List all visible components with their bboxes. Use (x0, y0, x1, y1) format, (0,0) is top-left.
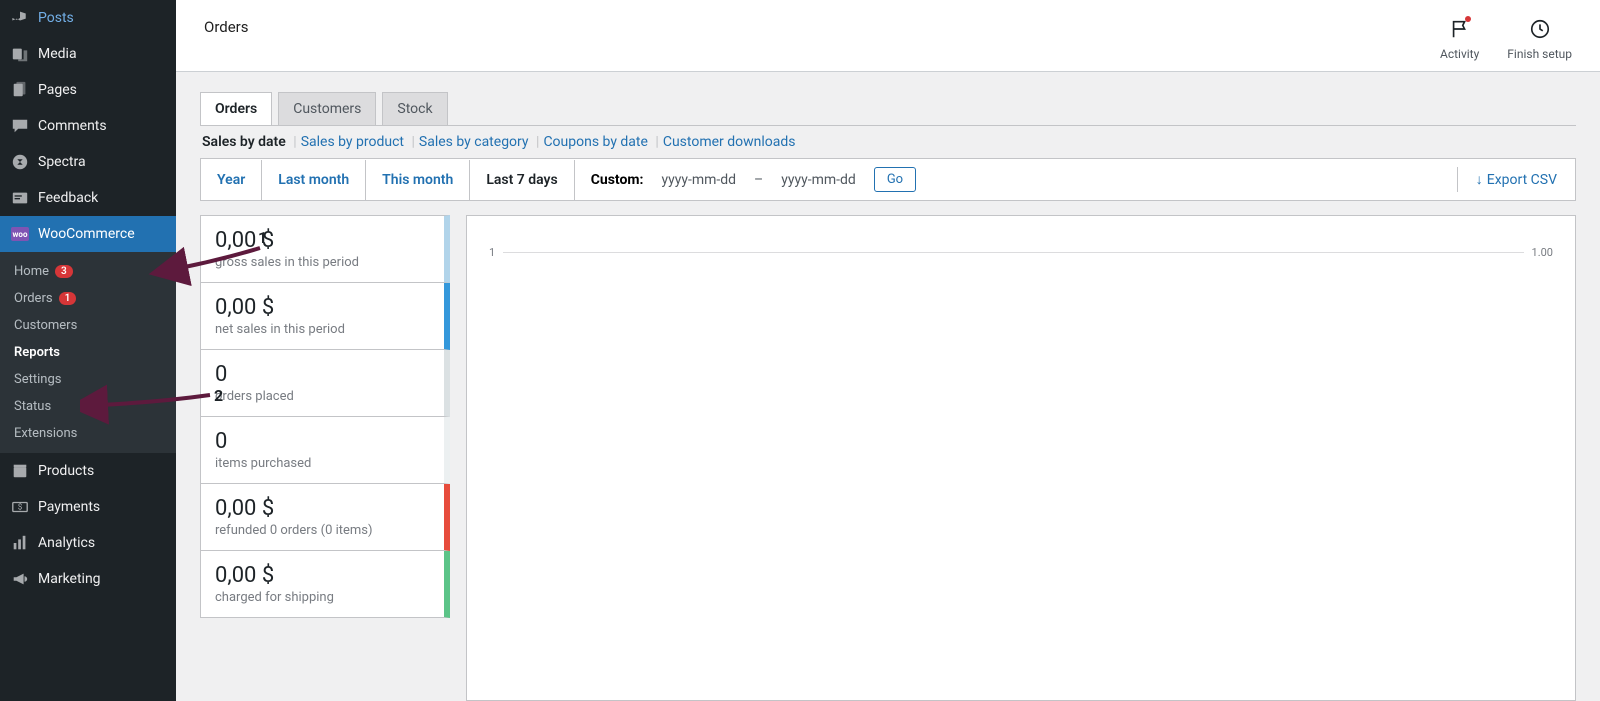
sidebar-item-label: WooCommerce (38, 226, 135, 242)
axis-line (503, 252, 1523, 253)
products-icon (10, 461, 30, 481)
stat-shipping[interactable]: 0,00 $ charged for shipping (200, 551, 450, 618)
chart-axis: 1 1.00 (489, 246, 1553, 259)
admin-sidebar: Posts Media Pages Comments Spectra Feedb… (0, 0, 176, 701)
comment-icon (10, 116, 30, 136)
analytics-icon (10, 533, 30, 553)
stat-net-sales[interactable]: 0,00 $ net sales in this period (200, 283, 450, 350)
report-body: 0,00 $ gross sales in this period 0,00 $… (200, 215, 1576, 701)
subnav-link-coupons[interactable]: Coupons by date (543, 134, 648, 150)
sidebar-item-label: Comments (38, 118, 107, 134)
badge: 1 (59, 292, 77, 305)
top-actions: Activity Finish setup (1440, 18, 1572, 61)
date-to-input[interactable]: yyyy-mm-dd (781, 172, 856, 188)
subnav-link-product[interactable]: Sales by product (301, 134, 404, 150)
finish-setup-button[interactable]: Finish setup (1507, 18, 1572, 61)
sidebar-item-label: Marketing (38, 571, 101, 587)
range-year[interactable]: Year (201, 160, 262, 200)
range-last-7-days[interactable]: Last 7 days (470, 160, 574, 200)
stats-sidebar: 0,00 $ gross sales in this period 0,00 $… (200, 215, 450, 701)
tab-customers[interactable]: Customers (278, 92, 376, 125)
sidebar-sub-home[interactable]: Home3 (0, 258, 176, 285)
sidebar-item-label: Pages (38, 82, 77, 98)
stat-items-purchased[interactable]: 0 items purchased (200, 417, 450, 484)
sidebar-item-label: Feedback (38, 190, 98, 206)
sidebar-item-label: Analytics (38, 535, 95, 551)
sidebar-item-pages[interactable]: Pages (0, 72, 176, 108)
sidebar-item-label: Products (38, 463, 94, 479)
custom-label: Custom: (591, 172, 644, 188)
report-tabs: Orders Customers Stock (200, 92, 1576, 125)
download-icon: ↓ (1476, 172, 1483, 188)
chart-area: 1 1.00 (466, 215, 1576, 701)
tab-stock[interactable]: Stock (382, 92, 447, 125)
sidebar-item-payments[interactable]: $ Payments (0, 489, 176, 525)
payments-icon: $ (10, 497, 30, 517)
sidebar-sub-settings[interactable]: Settings (0, 366, 176, 393)
sidebar-item-marketing[interactable]: Marketing (0, 561, 176, 597)
stat-refunded[interactable]: 0,00 $ refunded 0 orders (0 items) (200, 484, 450, 551)
sidebar-item-products[interactable]: Products (0, 453, 176, 489)
sidebar-sub-orders[interactable]: Orders1 (0, 285, 176, 312)
sidebar-sub-extensions[interactable]: Extensions (0, 420, 176, 447)
badge: 3 (55, 265, 73, 278)
sidebar-item-woocommerce[interactable]: woo WooCommerce (0, 216, 176, 252)
sidebar-item-feedback[interactable]: Feedback (0, 180, 176, 216)
topbar: Orders Activity Finish setup (176, 0, 1600, 71)
page-title: Orders (204, 18, 1440, 36)
main-content: Orders Activity Finish setup Orders Cust… (176, 0, 1600, 701)
sidebar-item-label: Spectra (38, 154, 86, 170)
sidebar-item-label: Posts (38, 10, 74, 26)
sidebar-item-posts[interactable]: Posts (0, 0, 176, 36)
pin-icon (10, 8, 30, 28)
page-icon (10, 80, 30, 100)
export-csv-button[interactable]: ↓Export CSV (1458, 159, 1575, 200)
content-wrap: Orders Customers Stock Sales by date |Sa… (176, 71, 1600, 701)
range-this-month[interactable]: This month (366, 160, 470, 200)
marketing-icon (10, 569, 30, 589)
sidebar-item-comments[interactable]: Comments (0, 108, 176, 144)
date-range-bar: Year Last month This month Last 7 days C… (200, 158, 1576, 201)
sidebar-item-spectra[interactable]: Spectra (0, 144, 176, 180)
sidebar-item-label: Payments (38, 499, 100, 515)
subnav-link-downloads[interactable]: Customer downloads (663, 134, 796, 150)
spectra-icon (10, 152, 30, 172)
subnav-link-category[interactable]: Sales by category (419, 134, 529, 150)
woo-icon: woo (10, 224, 30, 244)
subnav-current: Sales by date (202, 134, 286, 150)
tab-orders[interactable]: Orders (200, 92, 272, 125)
axis-left-label: 1 (489, 246, 495, 259)
sidebar-sub-status[interactable]: Status (0, 393, 176, 420)
sidebar-item-media[interactable]: Media (0, 36, 176, 72)
range-last-month[interactable]: Last month (262, 160, 366, 200)
go-button[interactable]: Go (874, 167, 916, 192)
axis-right-label: 1.00 (1532, 246, 1553, 259)
stat-orders-placed[interactable]: 0 orders placed (200, 350, 450, 417)
sidebar-submenu: Home3 Orders1 Customers Reports Settings… (0, 252, 176, 453)
sidebar-sub-reports[interactable]: Reports (0, 339, 176, 366)
sidebar-item-label: Media (38, 46, 77, 62)
sidebar-sub-customers[interactable]: Customers (0, 312, 176, 339)
clock-icon (1529, 18, 1551, 45)
feedback-icon (10, 188, 30, 208)
stat-gross-sales[interactable]: 0,00 $ gross sales in this period (200, 215, 450, 283)
media-icon (10, 44, 30, 64)
custom-range: Custom: yyyy-mm-dd – yyyy-mm-dd Go (575, 167, 1458, 192)
date-from-input[interactable]: yyyy-mm-dd (661, 172, 736, 188)
report-subnav: Sales by date |Sales by product |Sales b… (200, 125, 1576, 158)
flag-icon (1449, 18, 1471, 45)
svg-text:$: $ (18, 502, 23, 512)
activity-button[interactable]: Activity (1440, 18, 1479, 61)
sidebar-item-analytics[interactable]: Analytics (0, 525, 176, 561)
